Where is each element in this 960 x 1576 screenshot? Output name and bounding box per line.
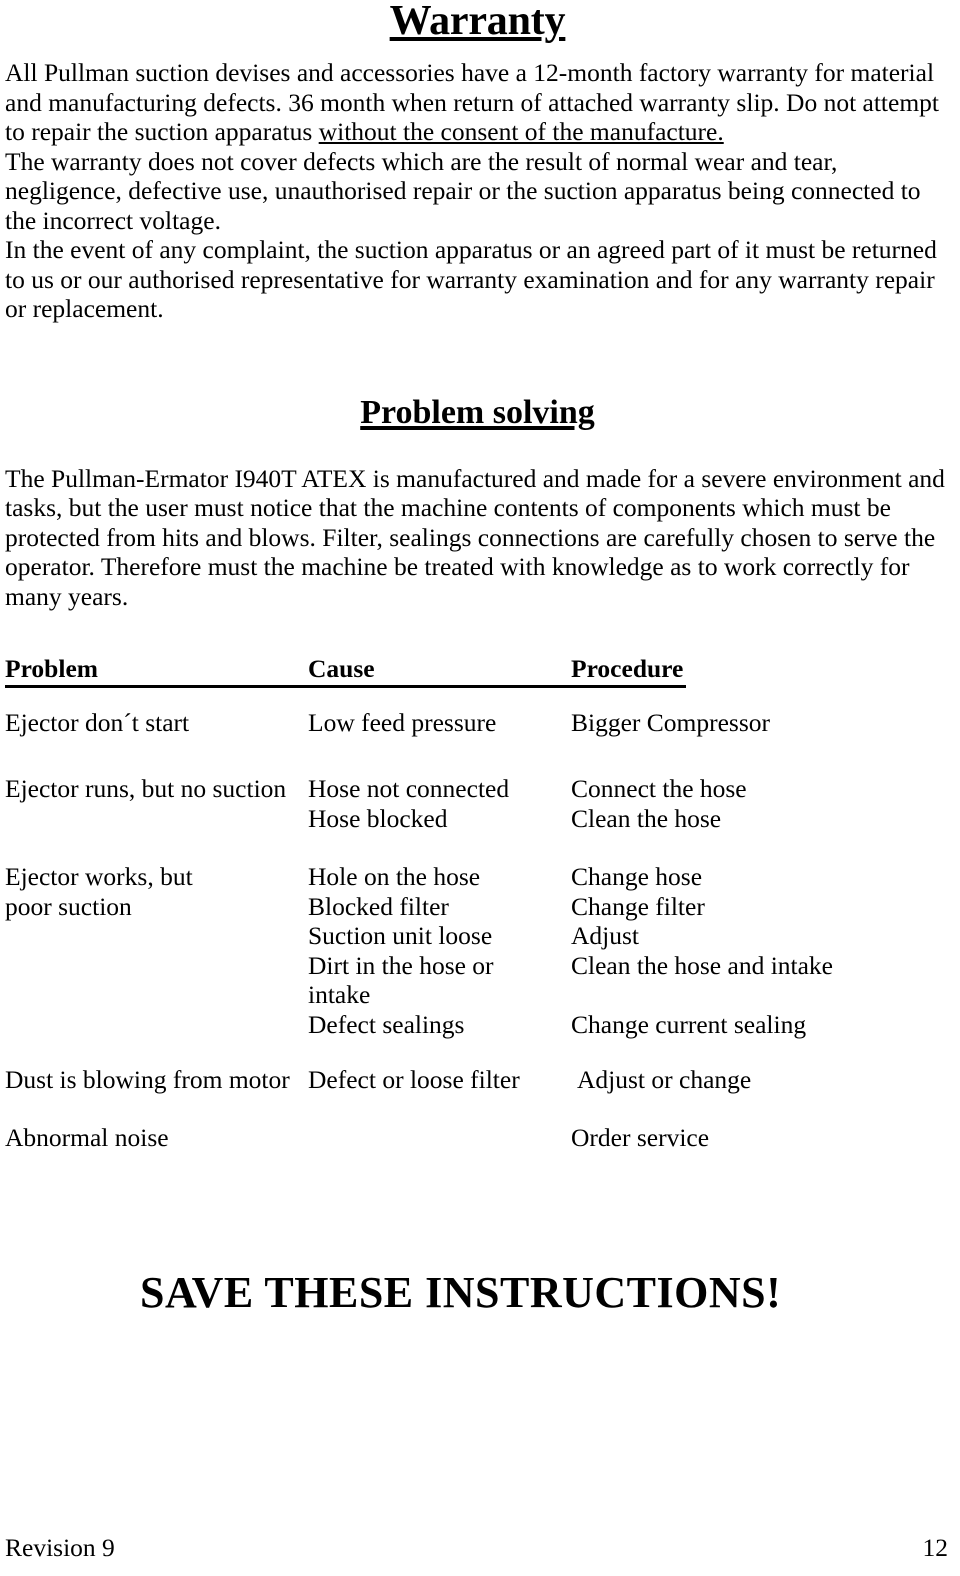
section-title-problem-solving: Problem solving <box>5 393 950 431</box>
cell-problem: Ejector works, but poor suction <box>5 862 193 921</box>
cell-procedure: Connect the hose Clean the hose <box>571 774 747 833</box>
warranty-paragraph-3: In the event of any complaint, the sucti… <box>5 235 937 323</box>
column-header-procedure: Procedure <box>571 654 684 683</box>
page-title: Warranty <box>5 0 950 42</box>
footer-revision: Revision 9 <box>5 1533 115 1562</box>
column-header-problem: Problem <box>5 654 99 683</box>
troubleshooting-table: Problem Cause Procedure Ejector don´t st… <box>5 654 950 1163</box>
cell-problem: Dust is blowing from motor <box>5 1065 290 1094</box>
warranty-paragraph-1: All Pullman suction devises and accessor… <box>5 58 950 147</box>
cell-problem: Ejector runs, but no suction <box>5 774 287 803</box>
warranty-body: All Pullman suction devises and accessor… <box>5 58 950 324</box>
problem-solving-paragraph: The Pullman-Ermator I940T ATEX is manufa… <box>5 463 945 611</box>
document-page: Warranty All Pullman suction devises and… <box>0 0 960 1576</box>
table-row: Ejector don´t start Low feed pressure Bi… <box>5 708 950 774</box>
cell-cause: Defect or loose filter <box>308 1065 520 1094</box>
table-header-row: Problem Cause Procedure <box>5 654 686 688</box>
cell-procedure: Bigger Compressor <box>571 708 771 737</box>
table-row: Ejector runs, but no suction Hose not co… <box>5 774 950 862</box>
cell-cause: Low feed pressure <box>308 708 497 737</box>
page-title-text: Warranty <box>389 0 566 44</box>
cell-cause: Hole on the hose Blocked filter Suction … <box>308 862 494 1039</box>
cell-procedure: Order service <box>571 1123 710 1152</box>
table-row: Dust is blowing from motor Defect or loo… <box>5 1065 950 1123</box>
cell-cause: Hose not connected Hose blocked <box>308 774 510 833</box>
warranty-paragraph-2: The warranty does not cover defects whic… <box>5 146 921 235</box>
column-header-cause: Cause <box>308 654 375 683</box>
cell-problem: Ejector don´t start <box>5 708 190 737</box>
cell-problem: Abnormal noise <box>5 1123 169 1152</box>
warranty-paragraph-1-underlined: without the consent of the manufacture. <box>318 117 724 146</box>
footer-page-number: 12 <box>922 1533 949 1562</box>
cell-procedure: Change hose Change filter Adjust Clean t… <box>571 862 833 1039</box>
save-instructions-banner: SAVE THESE INSTRUCTIONS! <box>140 1268 782 1317</box>
table-row: Ejector works, but poor suction Hole on … <box>5 862 950 1065</box>
table-row: Abnormal noise Order service <box>5 1123 950 1163</box>
problem-solving-body: The Pullman-Ermator I940T ATEX is manufa… <box>5 464 950 612</box>
cell-procedure: Adjust or change <box>577 1065 752 1094</box>
section-title-text: Problem solving <box>360 393 595 431</box>
page-footer: Revision 9 12 <box>5 1533 948 1562</box>
